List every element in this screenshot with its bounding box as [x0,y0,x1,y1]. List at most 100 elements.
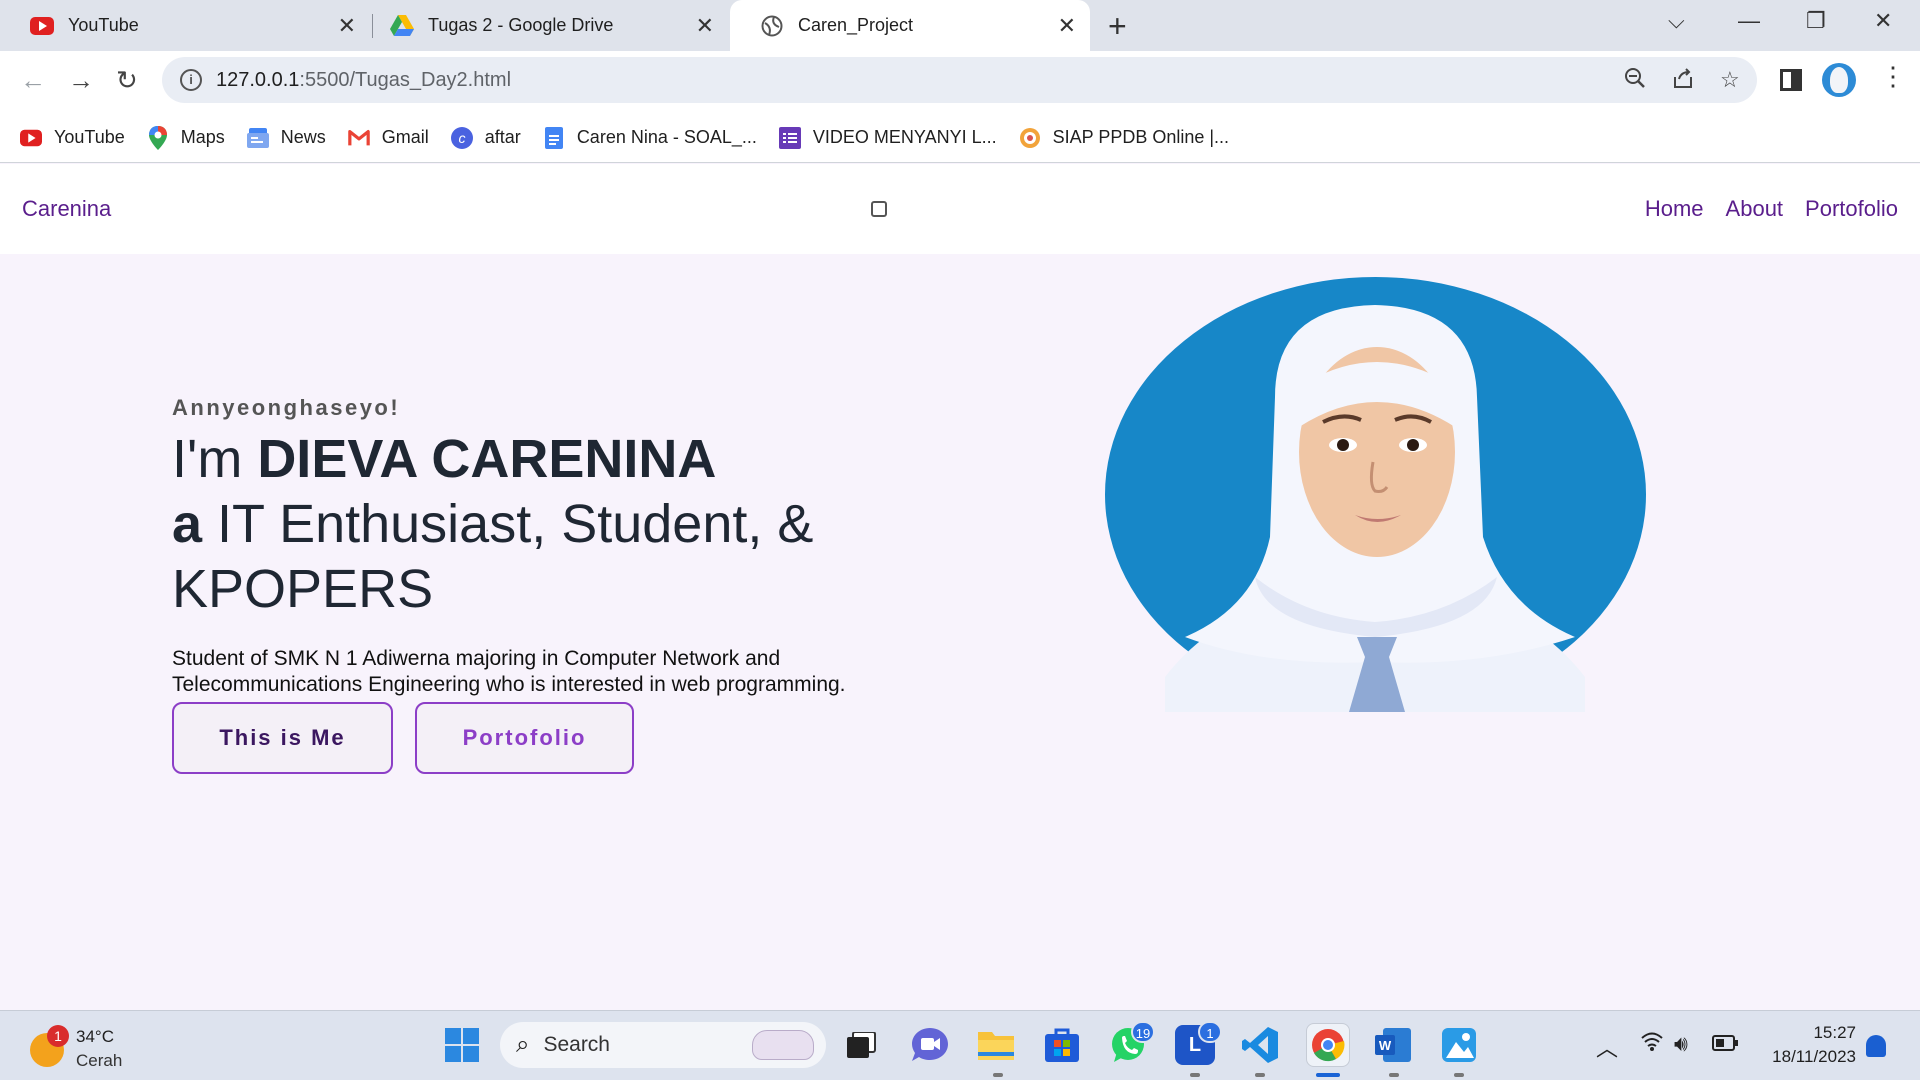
wifi-icon[interactable] [1640,1031,1664,1057]
bookmark-label: aftar [484,127,521,147]
clock-date: 18/11/2023 [1772,1047,1856,1066]
profile-photo [1105,277,1646,712]
url-path: :5500/Tugas_Day2.html [299,68,512,91]
running-indicator [1190,1073,1200,1077]
teams-chat-icon[interactable] [910,1025,950,1065]
address-bar[interactable]: i 127.0.0.1:5500/Tugas_Day2.html ☆ [162,57,1757,103]
reload-icon[interactable]: ↻ [116,65,138,96]
weather-temperature: 34°C [76,1027,114,1046]
ppdb-icon [1019,127,1041,149]
youtube-icon [20,127,42,149]
headline-kpopers: KPOPERS [172,559,434,619]
forms-icon [778,126,801,149]
volume-icon[interactable]: 🔊︎ [1674,1031,1688,1057]
profile-avatar[interactable] [1822,63,1856,97]
running-indicator [1389,1073,1399,1077]
hero-text: Annyeonghaseyo! I'm DIEVA CARENINA a IT … [172,395,892,698]
bookmark-youtube[interactable]: YouTube [20,127,125,149]
maps-icon [147,125,169,150]
windows-start-icon[interactable] [442,1025,482,1065]
site-info-icon[interactable]: i [180,69,202,91]
bookmark-star-icon[interactable]: ☆ [1720,67,1740,93]
microsoft-store-icon[interactable] [1042,1025,1082,1065]
headline-prefix: I'm [172,429,258,489]
taskbar-search-box[interactable]: ⌕ Search [500,1022,826,1068]
tab-title: Tugas 2 - Google Drive [428,15,614,35]
close-tab-icon[interactable]: ✕ [696,13,714,39]
zoom-icon[interactable] [1624,67,1646,95]
new-tab-icon[interactable]: + [1108,8,1127,45]
hero-headline: I'm DIEVA CARENINA a IT Enthusiast, Stud… [172,427,892,622]
nav-link-about[interactable]: About [1726,196,1784,222]
bookmark-label: Gmail [381,127,429,147]
tab-youtube[interactable]: YouTube ✕ [0,0,370,51]
bookmark-siap-ppdb[interactable]: SIAP PPDB Online |... [1019,127,1229,149]
tab-google-drive[interactable]: Tugas 2 - Google Drive ✕ [360,0,728,51]
vscode-icon[interactable] [1240,1025,1280,1065]
menu-toggle-checkbox[interactable] [871,201,887,217]
file-explorer-icon[interactable] [976,1025,1016,1065]
clock-time: 15:27 [1813,1023,1856,1042]
search-highlight-image [752,1030,814,1060]
bookmark-label: SIAP PPDB Online |... [1052,127,1230,147]
description-line-2: Telecommunications Engineering who is in… [172,673,846,696]
search-icon: ⌕ [516,1031,530,1058]
back-icon[interactable]: ← [20,65,46,96]
forward-icon[interactable]: → [68,65,94,96]
running-indicator [993,1073,1003,1077]
news-icon [246,127,269,149]
svg-text:c: c [458,130,465,146]
photos-icon[interactable] [1439,1025,1479,1065]
share-icon[interactable] [1672,67,1694,95]
site-nav-links: Home About Portofolio [1645,196,1898,222]
bookmark-label: VIDEO MENYANYI L... [812,127,997,147]
bookmark-news[interactable]: News [246,127,326,149]
site-brand[interactable]: Carenina [22,196,111,222]
restore-icon[interactable]: ❐ [1806,8,1826,34]
show-hidden-icons-chevron[interactable]: ︿ [1596,1031,1618,1063]
whatsapp-badge: 19 [1131,1021,1155,1043]
bookmark-gmail[interactable]: Gmail [347,127,429,149]
hero-description: Student of SMK N 1 Adiwerna majoring in … [172,646,892,698]
system-clock[interactable]: 15:27 18/11/2023 [1772,1021,1856,1069]
docs-icon [543,126,565,149]
description-line-1: Student of SMK N 1 Adiwerna majoring in … [172,647,781,670]
close-tab-icon[interactable]: ✕ [1058,13,1076,39]
site-navbar: Carenina Home About Portofolio [0,164,1920,254]
canva-icon: c [450,126,473,149]
youtube-icon [30,14,54,38]
tab-search-chevron-icon[interactable]: ⌵ [1668,8,1685,34]
close-tab-icon[interactable]: ✕ [338,13,356,39]
bookmark-label: News [280,127,326,147]
nav-link-portofolio[interactable]: Portofolio [1805,196,1898,222]
headline-roles: IT Enthusiast, Student, & [202,494,814,554]
close-window-icon[interactable]: ✕ [1874,8,1892,34]
battery-icon[interactable] [1712,1031,1738,1057]
side-panel-icon[interactable] [1780,69,1802,91]
bookmark-video-menyanyi[interactable]: VIDEO MENYANYI L... [778,126,997,149]
this-is-me-button[interactable]: This is Me [172,702,393,774]
nav-link-home[interactable]: Home [1645,196,1704,222]
bookmark-maps[interactable]: Maps [147,125,225,150]
browser-menu-icon[interactable]: ⋮ [1880,61,1906,92]
notification-bell-icon[interactable] [1866,1035,1886,1057]
active-app-indicator [1316,1073,1340,1077]
browser-tab-strip: YouTube ✕ Tugas 2 - Google Drive ✕ Caren… [0,0,1920,51]
bookmark-aftar[interactable]: c aftar [450,126,521,149]
line-badge: 1 [1198,1021,1222,1043]
minimize-icon[interactable]: — [1738,8,1760,34]
weather-condition: Cerah [76,1051,123,1070]
portofolio-button[interactable]: Portofolio [415,702,634,774]
task-view-icon[interactable] [842,1025,882,1065]
gmail-icon [347,127,370,149]
word-icon[interactable]: W [1373,1025,1413,1065]
hero-greeting: Annyeonghaseyo! [172,395,401,420]
tab-caren-project[interactable]: Caren_Project ✕ [730,0,1090,51]
bookmark-caren-nina-soal[interactable]: Caren Nina - SOAL_... [543,126,757,149]
running-indicator [1255,1073,1265,1077]
google-drive-icon [390,14,414,38]
tab-title: Caren_Project [798,15,914,35]
url-text: 127.0.0.1:5500/Tugas_Day2.html [216,69,511,92]
chrome-icon[interactable] [1306,1023,1350,1067]
bookmark-label: Maps [180,127,225,147]
